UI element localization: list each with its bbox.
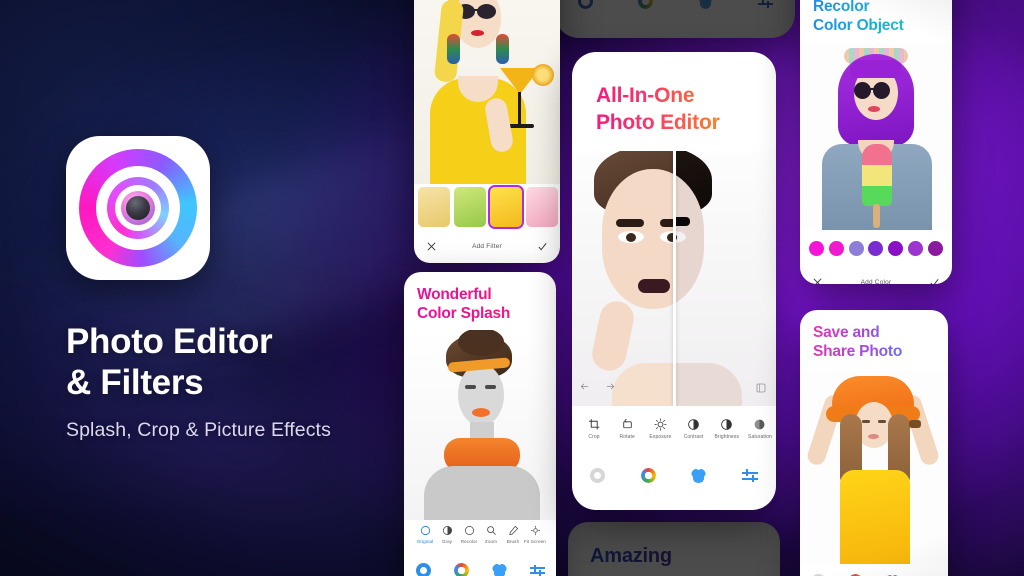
vignette-overlay — [0, 0, 1024, 576]
promo-banner: Photo Editor & Filters Splash, Crop & Pi… — [0, 0, 1024, 576]
